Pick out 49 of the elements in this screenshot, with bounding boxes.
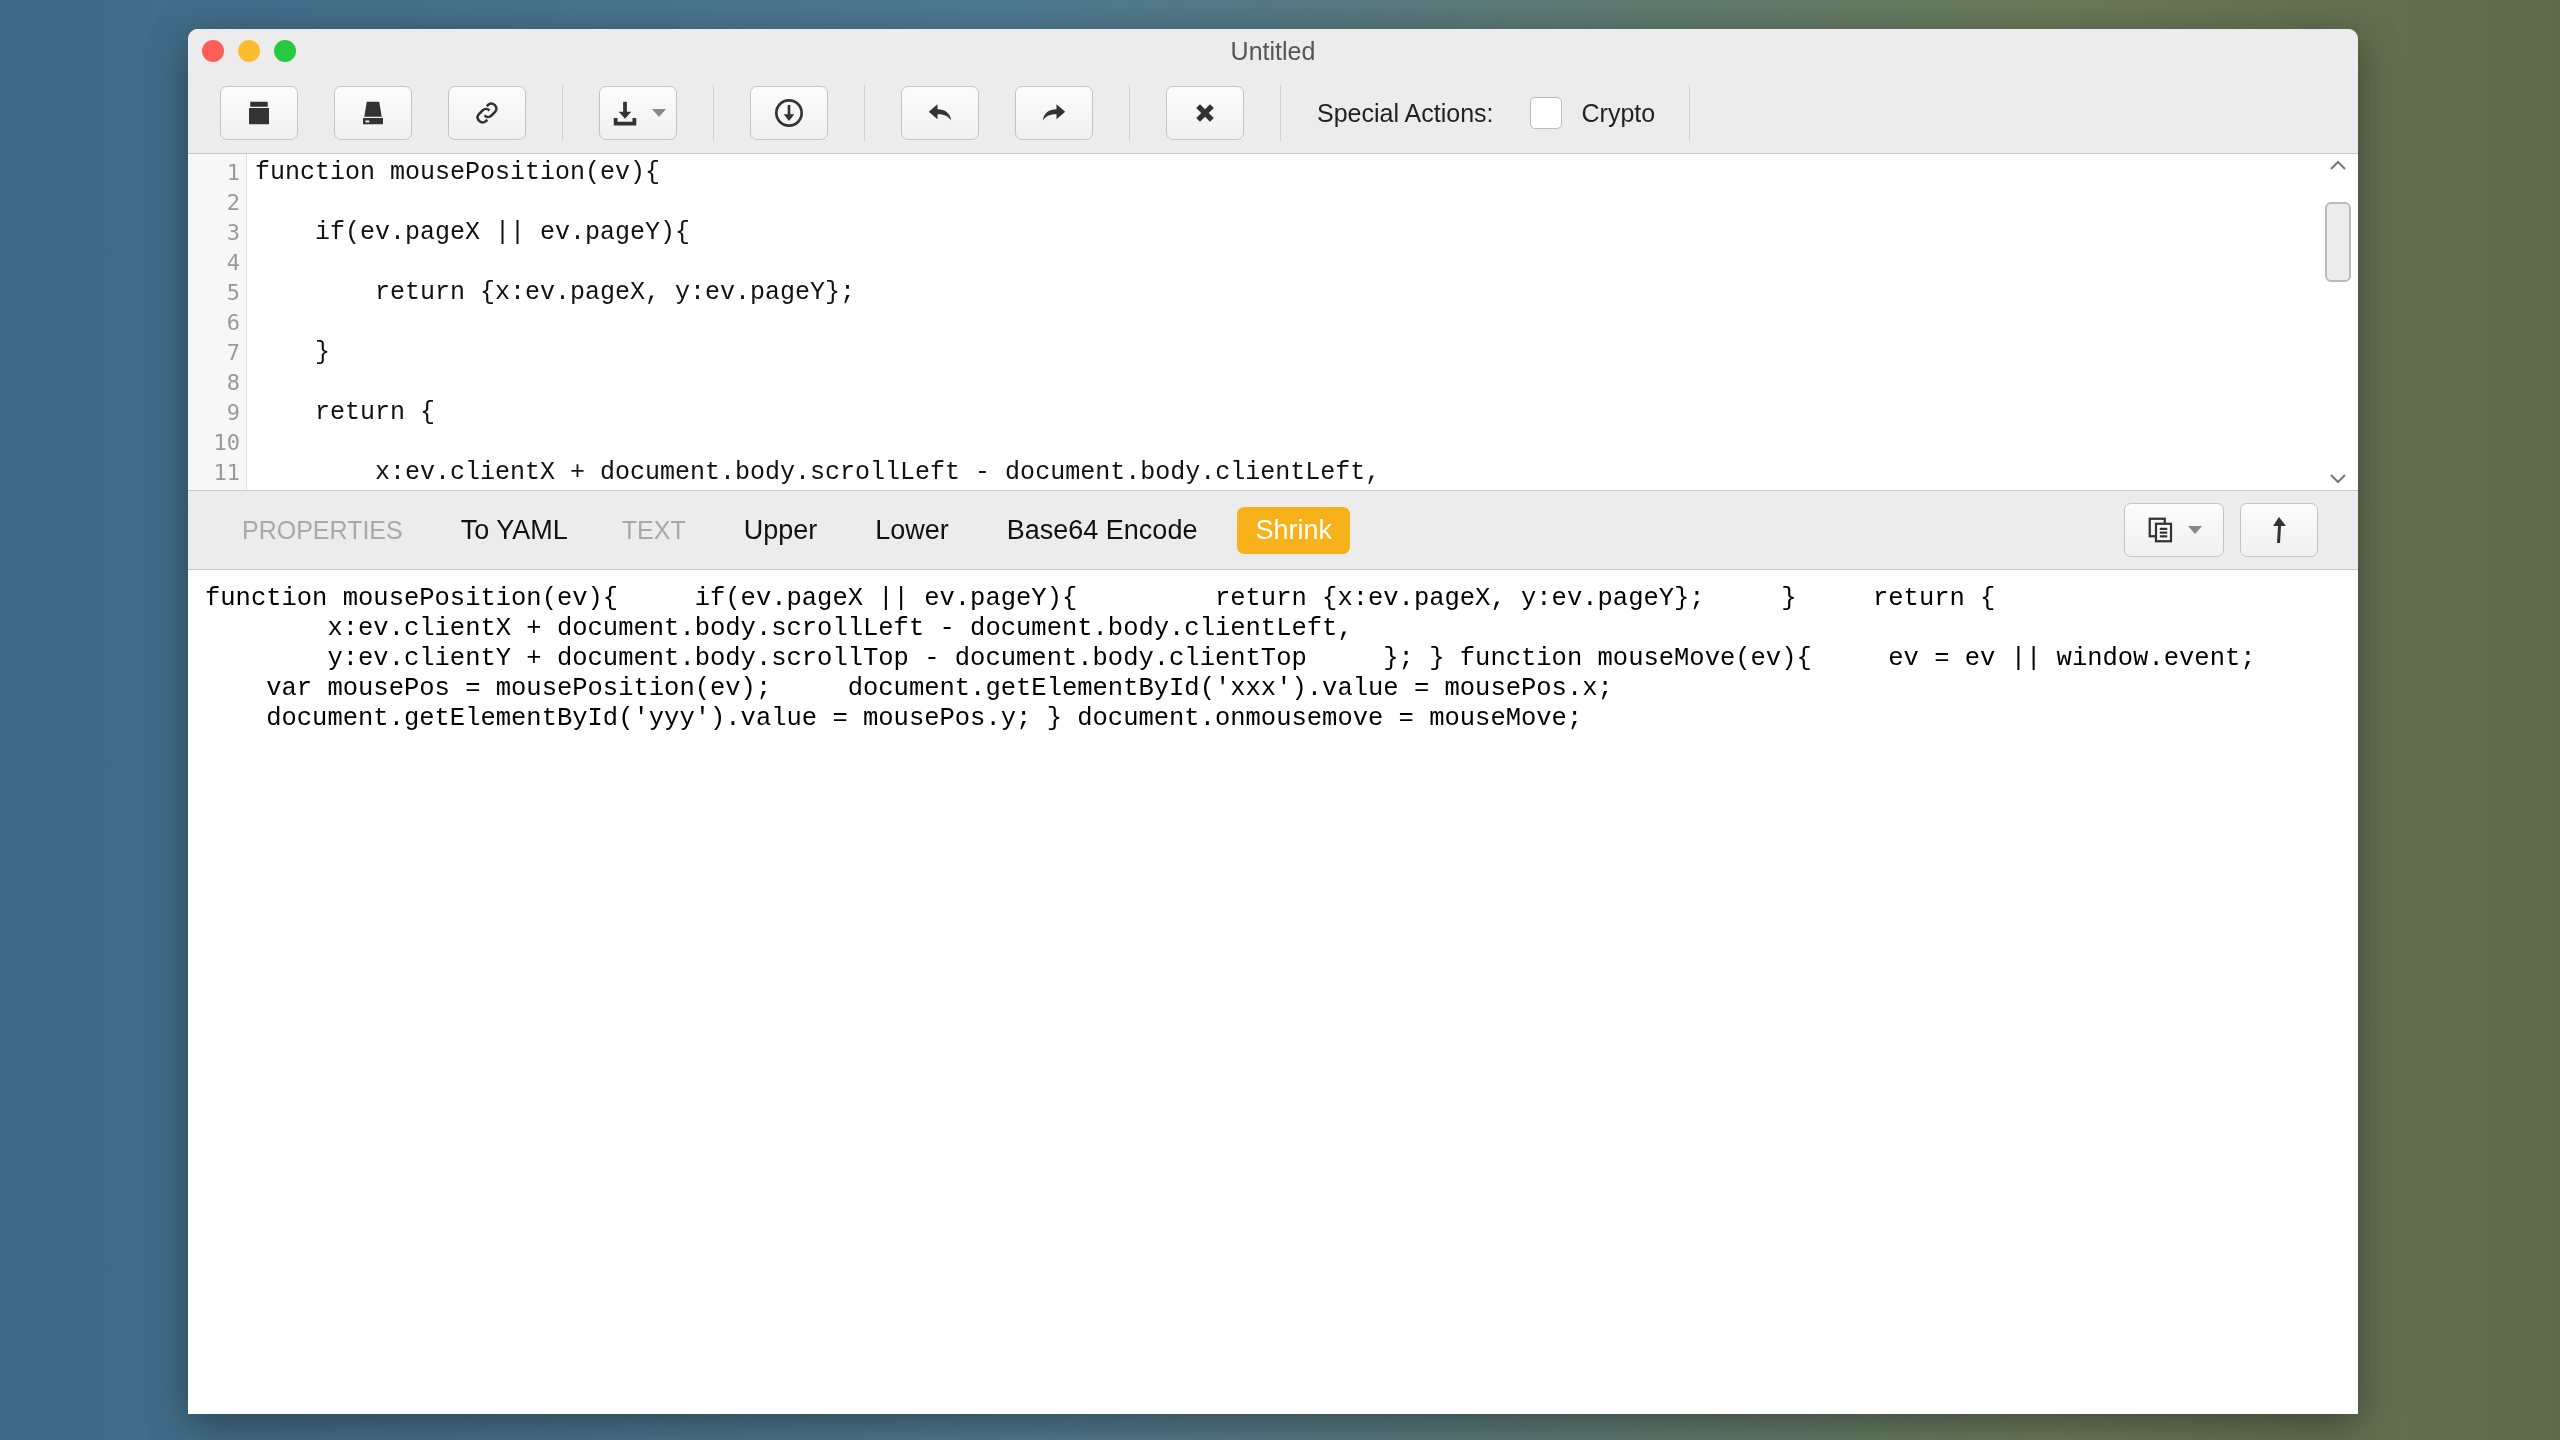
code-line: }	[314, 338, 330, 368]
line-number: 9	[226, 400, 240, 425]
drive-button[interactable]	[334, 86, 412, 140]
copy-menu-button[interactable]	[2124, 503, 2224, 557]
download-circle-icon	[773, 97, 805, 129]
line-number: 3	[226, 220, 240, 245]
link-button[interactable]	[448, 86, 526, 140]
output-line: var mousePos = mousePosition(ev); document.getElementById('xxx').value = mousePos.x;	[265, 674, 1613, 704]
line-number: 7	[226, 340, 240, 365]
action-tab[interactable]: Upper	[725, 506, 836, 554]
line-number: 4	[226, 250, 240, 275]
special-actions-label: Special Actions:	[1317, 98, 1494, 128]
code-line: if(ev.pageX || ev.pageY){	[314, 218, 691, 248]
share-button[interactable]	[2240, 503, 2318, 557]
scrollbar-thumb[interactable]	[2325, 202, 2351, 282]
scroll-up-icon[interactable]	[2330, 160, 2346, 170]
redo-button[interactable]	[1015, 86, 1093, 140]
section-heading: TEXT	[621, 515, 686, 545]
window-title: Untitled	[1230, 36, 1316, 65]
tray-button[interactable]	[220, 86, 298, 140]
output-line: function mousePosition(ev){ if(ev.pageX || ev.pageY){ return {x:ev.pageX, y:ev.pageY}; } return {	[205, 584, 1996, 614]
crypto-checkbox[interactable]	[1529, 97, 1562, 129]
line-number: 1	[226, 160, 240, 185]
action-tab[interactable]: To YAML	[442, 506, 586, 554]
code-line: return {	[314, 398, 436, 428]
clear-button[interactable]	[1166, 86, 1244, 140]
output-line: y:ev.clientY + document.body.scrollTop - document.body.clientTop }; } function mouseMove(ev){ ev = ev || window.event;	[326, 644, 2256, 674]
line-number: 5	[226, 280, 240, 305]
code-line: x:ev.clientX + document.body.scrollLeft - document.body.clientLeft,	[374, 458, 1381, 488]
action-tab[interactable]: Base64 Encode	[988, 506, 1216, 554]
action-tab[interactable]: Lower	[857, 506, 967, 554]
caret-icon	[2188, 526, 2202, 534]
code-line: return {x:ev.pageX, y:ev.pageY};	[374, 278, 856, 308]
download-menu-button[interactable]	[599, 86, 677, 140]
section-heading: PROPERTIES	[242, 515, 403, 545]
line-number: 6	[226, 310, 240, 335]
undo-button[interactable]	[901, 86, 979, 140]
caret-icon	[652, 109, 666, 117]
line-number: 11	[213, 460, 240, 485]
line-number: 8	[226, 370, 240, 395]
output-line: document.getElementById('yyy').value = mousePos.y; } document.onmousemove = mouseMove;	[265, 704, 1583, 734]
line-number: 10	[213, 430, 240, 455]
close-button[interactable]	[202, 40, 224, 62]
download-circle-button[interactable]	[750, 86, 828, 140]
line-number: 2	[226, 190, 240, 215]
code-line: function mousePosition(ev){	[255, 158, 661, 188]
checkbox-label: Crypto	[1581, 98, 1656, 128]
scroll-down-icon[interactable]	[2330, 474, 2346, 484]
output-line: x:ev.clientX + document.body.scrollLeft - document.body.clientLeft,	[326, 614, 1353, 644]
